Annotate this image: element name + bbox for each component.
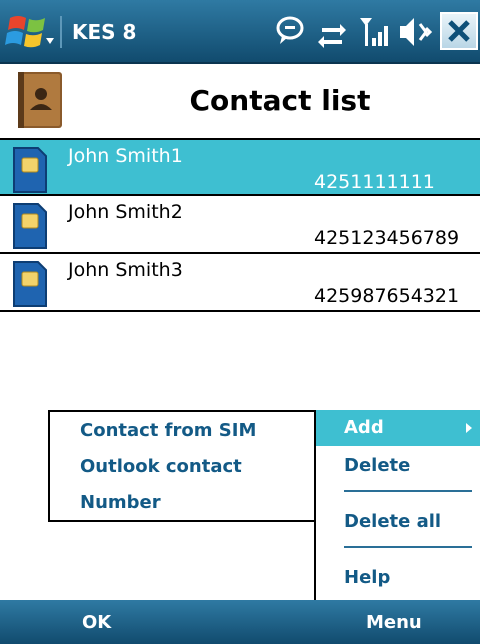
signal-strength-icon[interactable]: [358, 12, 390, 52]
contact-row[interactable]: John Smith3 425987654321: [0, 254, 480, 312]
contact-row[interactable]: John Smith2 425123456789: [0, 196, 480, 254]
windows-start-icon[interactable]: [2, 8, 58, 56]
sync-arrows-icon[interactable]: [316, 12, 348, 52]
page-title: Contact list: [189, 84, 371, 117]
menu-separator: [344, 546, 472, 548]
softkey-bar: OK Menu: [0, 600, 480, 644]
close-button[interactable]: [440, 12, 478, 50]
add-submenu: Contact from SIM Outlook contact Number: [48, 410, 316, 522]
contact-number: 425123456789: [314, 227, 460, 249]
menu-item-contact-from-sim[interactable]: Contact from SIM: [80, 420, 256, 441]
contact-name: John Smith1: [68, 145, 183, 167]
ok-softkey[interactable]: OK: [82, 612, 111, 633]
menu-item-outlook-contact[interactable]: Outlook contact: [80, 456, 242, 477]
menu-item-add[interactable]: Add: [316, 410, 480, 446]
header: Contact list: [0, 66, 480, 138]
notification-bubble-icon[interactable]: [274, 12, 306, 52]
submenu-arrow-icon: [466, 423, 472, 433]
sim-card-icon: [13, 261, 47, 307]
status-bar: KES 8: [0, 0, 480, 64]
contact-list[interactable]: John Smith1 4251111111 John Smith2 42512…: [0, 138, 480, 312]
menu-item-delete[interactable]: Delete: [316, 448, 480, 484]
menu-item-number[interactable]: Number: [80, 492, 161, 513]
menu-item-help[interactable]: Help: [316, 560, 480, 596]
menu-item-label: Add: [344, 417, 384, 438]
speaker-volume-icon[interactable]: [396, 12, 434, 52]
menu-softkey[interactable]: Menu: [366, 612, 422, 633]
sim-card-icon: [13, 203, 47, 249]
main-menu: Add Delete Delete all Help: [314, 410, 480, 600]
contact-row[interactable]: John Smith1 4251111111: [0, 138, 480, 196]
app-title: KES 8: [72, 20, 137, 44]
contact-name: John Smith3: [68, 259, 183, 281]
close-icon: [448, 20, 470, 42]
sim-card-icon: [13, 147, 47, 193]
contact-number: 425987654321: [314, 285, 460, 307]
menu-separator: [344, 490, 472, 492]
title-separator: [60, 16, 62, 48]
menu-item-delete-all[interactable]: Delete all: [316, 504, 480, 540]
contact-number: 4251111111: [314, 171, 435, 193]
contact-name: John Smith2: [68, 201, 183, 223]
